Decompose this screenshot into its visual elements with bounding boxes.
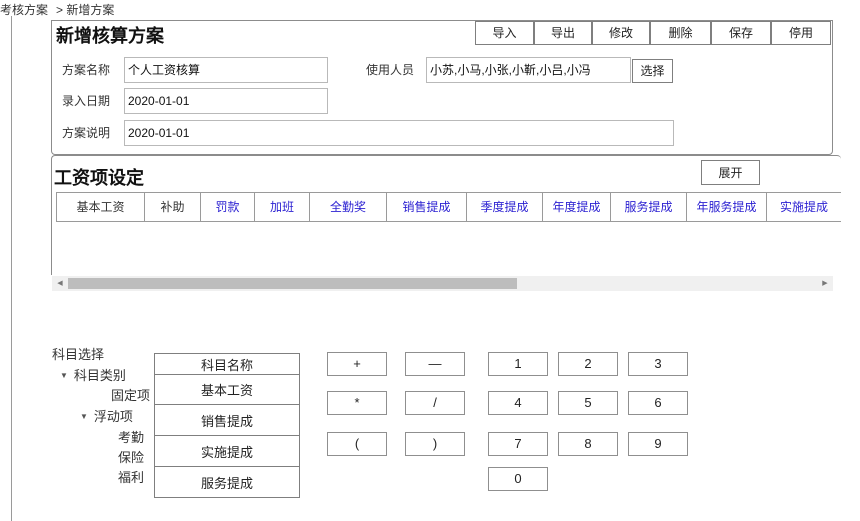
plan-title: 新增核算方案 [56,26,164,46]
multiply-button[interactable]: * [327,391,387,415]
users-label: 使用人员 [366,63,415,77]
entry-date-label: 录入日期 [62,94,111,108]
column-header[interactable]: 季度提成 [466,193,542,221]
digit-9-button[interactable]: 9 [628,432,688,456]
subjects-title: 科目选择 [52,347,105,362]
column-header[interactable]: 补助 [144,193,200,221]
breadcrumb: 考核方案 > 新增方案 [0,3,114,17]
tree-welfare[interactable]: 福利 [118,470,144,486]
column-header[interactable]: 服务提成 [610,193,686,221]
salary-title: 工资项设定 [54,168,144,188]
subject-table-header: 科目名称 [154,353,300,375]
tree-floating[interactable]: ▼ 浮动项 [80,409,133,425]
digit-5-button[interactable]: 5 [558,391,618,415]
digit-6-button[interactable]: 6 [628,391,688,415]
column-header[interactable]: 加班 [254,193,309,221]
table-row[interactable]: 实施提成 [154,435,300,467]
subject-table: 科目名称 基本工资 销售提成 实施提成 服务提成 [154,353,300,498]
open-paren-button[interactable]: ( [327,432,387,456]
tree-category-label: 科目类别 [73,368,126,383]
plan-name-field[interactable]: 个人工资核算 [124,57,328,83]
column-header[interactable]: 年服务提成 [686,193,766,221]
tree-floating-label: 浮动项 [93,409,133,424]
entry-date-field[interactable]: 2020-01-01 [124,88,328,114]
import-button[interactable]: 导入 [475,21,534,45]
digit-2-button[interactable]: 2 [558,352,618,376]
column-header[interactable]: 销售提成 [386,193,466,221]
description-field[interactable]: 2020-01-01 [124,120,674,146]
select-users-button[interactable]: 选择 [632,59,673,83]
divide-button[interactable]: / [405,391,465,415]
arrow-left-icon[interactable]: ◀ [53,276,67,291]
column-header[interactable]: 年度提成 [542,193,610,221]
column-header[interactable]: 实施提成 [766,193,841,221]
edit-button[interactable]: 修改 [592,21,650,45]
minus-button[interactable]: — [405,352,465,376]
save-button[interactable]: 保存 [711,21,771,45]
tree-attendance[interactable]: 考勤 [118,430,144,446]
digit-0-button[interactable]: 0 [488,467,548,491]
table-row[interactable]: 基本工资 [154,374,300,405]
digit-3-button[interactable]: 3 [628,352,688,376]
digit-7-button[interactable]: 7 [488,432,548,456]
delete-button[interactable]: 删除 [650,21,711,45]
column-header[interactable]: 罚款 [200,193,254,221]
caret-down-icon: ▼ [80,412,88,421]
close-paren-button[interactable]: ) [405,432,465,456]
table-row[interactable]: 销售提成 [154,404,300,436]
tree-fixed[interactable]: 固定项 [111,388,150,404]
salary-columns-header: 基本工资 补助 罚款 加班 全勤奖 销售提成 季度提成 年度提成 服务提成 年服… [56,192,841,222]
column-header[interactable]: 全勤奖 [309,193,386,221]
breadcrumb-root[interactable]: 考核方案 [0,3,48,17]
arrow-right-icon[interactable]: ▶ [818,276,832,291]
plan-name-label: 方案名称 [62,63,111,77]
scrollbar-thumb[interactable] [68,278,517,289]
table-row[interactable]: 服务提成 [154,466,300,498]
tree-category[interactable]: ▼ 科目类别 [60,368,126,384]
plus-button[interactable]: + [327,352,387,376]
digit-4-button[interactable]: 4 [488,391,548,415]
disable-button[interactable]: 停用 [771,21,831,45]
expand-button[interactable]: 展开 [701,160,760,185]
left-border [11,16,12,521]
digit-1-button[interactable]: 1 [488,352,548,376]
digit-8-button[interactable]: 8 [558,432,618,456]
breadcrumb-current: > 新增方案 [56,3,115,17]
export-button[interactable]: 导出 [534,21,592,45]
users-field[interactable]: 小苏,小马,小张,小靳,小吕,小冯 [426,57,631,83]
tree-insurance[interactable]: 保险 [118,450,144,466]
column-header[interactable]: 基本工资 [56,193,144,221]
description-label: 方案说明 [62,126,111,140]
caret-down-icon: ▼ [60,371,68,380]
